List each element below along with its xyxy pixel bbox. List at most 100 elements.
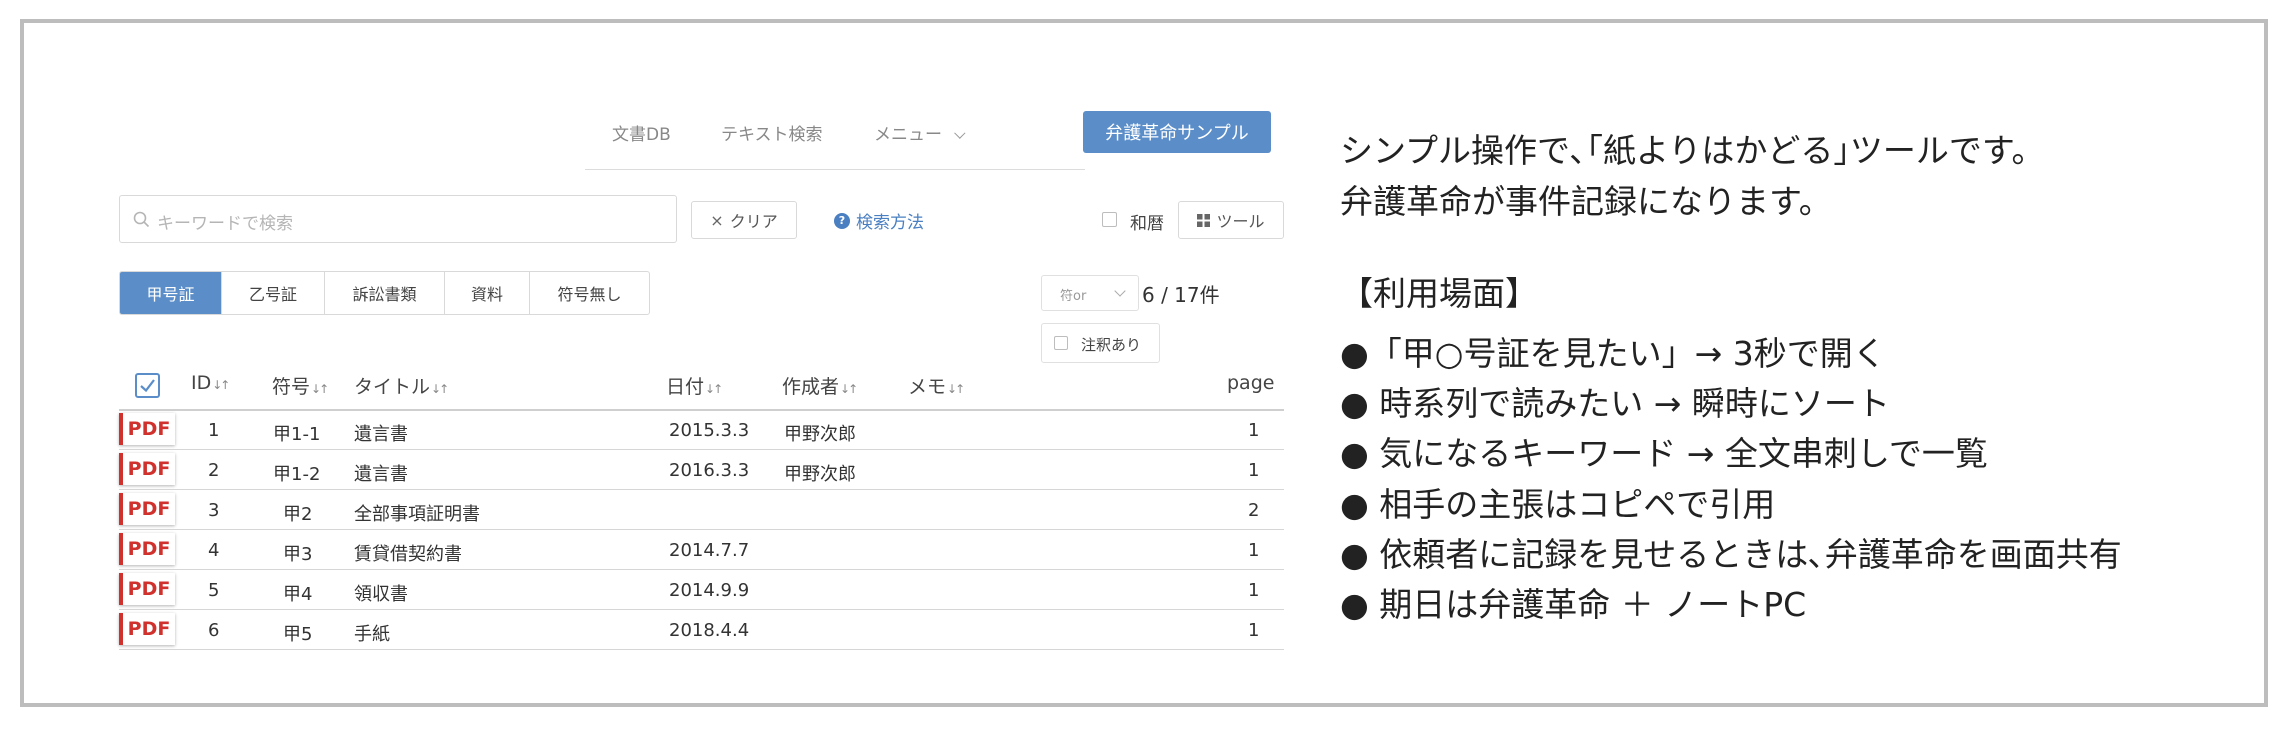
cell-page: 1: [1248, 420, 1260, 441]
tab-otsu[interactable]: 乙号証: [222, 272, 325, 314]
th-page: page: [1227, 372, 1275, 394]
cell-date: 2015.3.3: [669, 420, 750, 441]
pdf-button[interactable]: PDF: [119, 613, 175, 645]
annotated-filter[interactable]: 注釈あり: [1041, 323, 1160, 363]
cell-title: 全部事項証明書: [354, 504, 480, 525]
th-id-label: ID: [191, 372, 212, 394]
sample-button[interactable]: 弁護革命サンプル: [1083, 111, 1271, 153]
cell-id: 2: [208, 460, 220, 481]
pdf-button[interactable]: PDF: [119, 573, 175, 605]
cell-author: 甲野次郎: [784, 424, 856, 445]
table-row[interactable]: PDF 4 甲3 賃貸借契約書 2014.7.7 1: [119, 530, 1284, 570]
usage-bullet: ● 気になるキーワード → 全文串刺しで一覧: [1340, 434, 1988, 473]
select-all-checkbox[interactable]: [135, 373, 160, 398]
grid-icon: [1197, 213, 1211, 227]
cell-page: 2: [1248, 500, 1260, 521]
evidence-tabs: 甲号証 乙号証 訴訟書類 資料 符号無し: [119, 271, 650, 315]
cell-code: 甲1-2: [273, 464, 321, 485]
th-author-label: 作成者: [782, 376, 840, 398]
pdf-button[interactable]: PDF: [119, 533, 175, 565]
th-code-label: 符号: [272, 376, 311, 398]
search-input[interactable]: キーワードで検索: [119, 195, 677, 243]
th-memo[interactable]: メモ↓↑: [908, 372, 965, 399]
chevron-down-icon: [1114, 285, 1126, 297]
cell-code: 甲3: [283, 544, 313, 565]
tab-fugou-nashi[interactable]: 符号無し: [530, 272, 649, 314]
nav-divider: [585, 169, 1085, 170]
cell-id: 1: [208, 420, 220, 441]
pdf-button[interactable]: PDF: [119, 413, 175, 445]
wareki-checkbox[interactable]: [1102, 212, 1117, 227]
cell-id: 3: [208, 500, 220, 521]
cell-code: 甲5: [283, 624, 313, 645]
cell-date: 2018.4.4: [669, 620, 750, 641]
usage-bullet: ● 相手の主張はコピペで引用: [1340, 485, 1776, 524]
table-row[interactable]: PDF 1 甲1-1 遺言書 2015.3.3 甲野次郎 1: [119, 410, 1284, 450]
cell-page: 1: [1248, 460, 1260, 481]
search-help-link[interactable]: ? 検索方法: [834, 208, 924, 233]
sort-icon: ↓↑: [947, 382, 965, 396]
cell-code: 甲2: [283, 504, 313, 525]
clear-label: クリア: [729, 212, 778, 231]
cell-page: 1: [1248, 580, 1260, 601]
code-select[interactable]: 符or: [1041, 275, 1139, 311]
pdf-button[interactable]: PDF: [119, 493, 175, 525]
code-select-value: 符or: [1060, 289, 1087, 304]
close-icon: ×: [710, 210, 724, 230]
search-placeholder: キーワードで検索: [157, 214, 293, 234]
cell-page: 1: [1248, 620, 1260, 641]
row-divider: [119, 649, 1284, 650]
cell-title: 賃貸借契約書: [354, 544, 462, 565]
annotated-checkbox[interactable]: [1054, 336, 1068, 350]
table-row[interactable]: PDF 3 甲2 全部事項証明書 2: [119, 490, 1284, 530]
sort-icon: ↓↑: [840, 382, 858, 396]
sort-icon: ↓↑: [311, 382, 329, 396]
cell-id: 5: [208, 580, 220, 601]
cell-page: 1: [1248, 540, 1260, 561]
nav-menu[interactable]: メニュー: [874, 120, 966, 145]
usage-bullet: ● 期日は弁護革命 ＋ ノートPC: [1340, 585, 1807, 624]
cell-title: 遺言書: [354, 424, 408, 445]
cell-title: 遺言書: [354, 464, 408, 485]
usage-bullet: ● 時系列で読みたい → 瞬時にソート: [1340, 384, 1890, 423]
table-row[interactable]: PDF 2 甲1-2 遺言書 2016.3.3 甲野次郎 1: [119, 450, 1284, 490]
cell-title: 領収書: [354, 584, 408, 605]
tool-label: ツール: [1216, 212, 1265, 231]
check-icon: [140, 379, 155, 393]
result-count: 6 / 17件: [1142, 283, 1220, 307]
sort-icon: ↓↑: [705, 382, 723, 396]
th-date[interactable]: 日付↓↑: [666, 372, 723, 399]
nav-text-search[interactable]: テキスト検索: [721, 120, 823, 145]
sort-icon: ↓↑: [212, 378, 230, 392]
table-row[interactable]: PDF 5 甲4 領収書 2014.9.9 1: [119, 570, 1284, 610]
cell-title: 手紙: [354, 624, 390, 645]
th-id[interactable]: ID↓↑: [191, 372, 230, 394]
tab-kou[interactable]: 甲号証: [120, 272, 222, 314]
th-memo-label: メモ: [908, 376, 947, 398]
wareki-label: 和暦: [1130, 214, 1164, 234]
th-title[interactable]: タイトル↓↑: [354, 372, 449, 399]
tool-button[interactable]: ツール: [1178, 201, 1284, 239]
search-help-label: 検索方法: [856, 213, 924, 233]
clear-button[interactable]: × クリア: [691, 201, 797, 239]
table-row[interactable]: PDF 6 甲5 手紙 2018.4.4 1: [119, 610, 1284, 650]
nav-menu-label: メニュー: [874, 125, 942, 145]
cell-id: 6: [208, 620, 220, 641]
th-title-label: タイトル: [354, 376, 431, 398]
cell-date: 2014.7.7: [669, 540, 750, 561]
cell-author: 甲野次郎: [784, 464, 856, 485]
th-author[interactable]: 作成者↓↑: [782, 372, 858, 399]
th-code[interactable]: 符号↓↑: [272, 372, 329, 399]
intro-line-2: 弁護革命が事件記録になります。: [1340, 182, 1832, 221]
pdf-button[interactable]: PDF: [119, 453, 175, 485]
tab-soshou[interactable]: 訴訟書類: [325, 272, 445, 314]
usage-bullet: ●「甲○号証を見たい」→ 3秒で開く: [1340, 334, 1886, 373]
tab-shiryou[interactable]: 資料: [445, 272, 530, 314]
cell-date: 2016.3.3: [669, 460, 750, 481]
intro-line-1: シンプル操作で､｢紙よりはかどる｣ツールです。: [1340, 131, 2045, 170]
question-icon: ?: [834, 212, 850, 229]
section-title: 【利用場面】: [1340, 274, 1538, 313]
nav-bunsho-db[interactable]: 文書DB: [612, 120, 671, 145]
th-date-label: 日付: [666, 376, 705, 398]
annotated-label: 注釈あり: [1081, 336, 1142, 354]
